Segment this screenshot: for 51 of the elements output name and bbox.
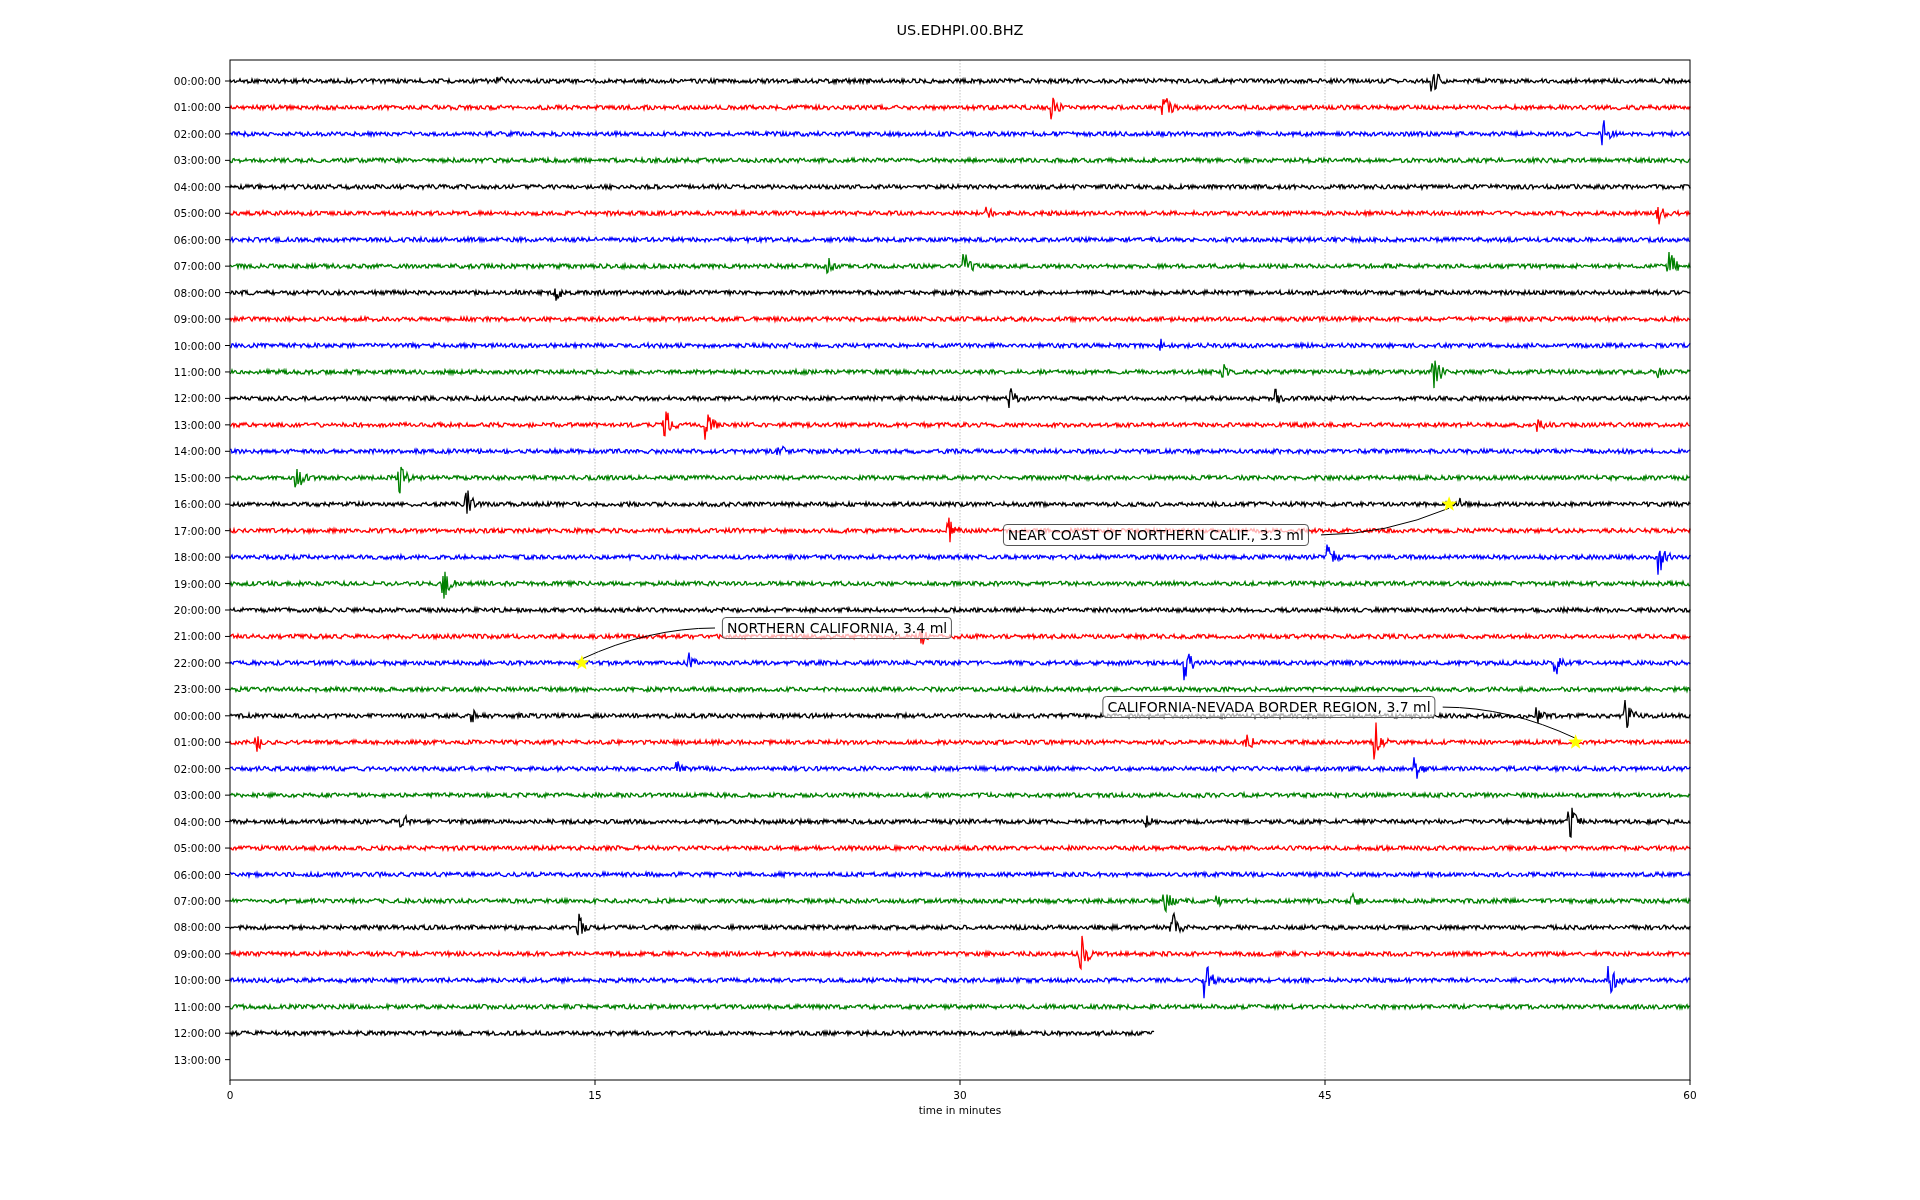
event-label: NORTHERN CALIFORNIA, 3.4 ml (722, 617, 953, 639)
y-tick-label: 02:00:00 (173, 762, 221, 775)
y-tick-label: 14:00:00 (173, 445, 221, 458)
y-tick-label: 09:00:00 (173, 947, 221, 960)
y-tick-label: 16:00:00 (173, 498, 221, 511)
y-tick-label: 12:00:00 (173, 392, 221, 405)
y-tick-label: 22:00:00 (173, 656, 221, 669)
y-tick-label: 04:00:00 (173, 180, 221, 193)
y-tick-label: 02:00:00 (173, 127, 221, 140)
y-tick-label: 00:00:00 (173, 709, 221, 722)
y-tick-label: 08:00:00 (173, 286, 221, 299)
y-tick-label: 23:00:00 (173, 683, 221, 696)
y-tick-label: 11:00:00 (173, 1000, 221, 1013)
y-tick-label: 13:00:00 (173, 418, 221, 431)
x-tick-label: 30 (953, 1089, 967, 1101)
y-tick-label: 00:00:00 (173, 75, 221, 87)
y-tick-label: 10:00:00 (173, 339, 221, 352)
y-tick-label: 15:00:00 (173, 471, 221, 484)
y-tick-label: 20:00:00 (173, 604, 221, 616)
y-tick-label: 05:00:00 (173, 207, 221, 220)
y-tick-label: 19:00:00 (173, 577, 221, 590)
y-tick-label: 06:00:00 (173, 868, 221, 881)
y-tick-label: 05:00:00 (173, 842, 221, 855)
x-axis-label: time in minutes (918, 1104, 1002, 1116)
y-tick-label: 17:00:00 (173, 524, 221, 537)
x-tick-label: 45 (1318, 1089, 1332, 1101)
y-tick-label: 04:00:00 (173, 815, 221, 828)
star-marker (1441, 496, 1457, 511)
y-tick-label: 08:00:00 (173, 921, 221, 934)
y-tick-label: 13:00:00 (173, 1053, 221, 1066)
y-tick-label: 12:00:00 (173, 1027, 221, 1040)
y-tick-label: 03:00:00 (173, 789, 221, 802)
y-tick-label: 09:00:00 (173, 313, 221, 326)
event-label: NEAR COAST OF NORTHERN CALIF., 3.3 ml (1002, 523, 1309, 546)
star-marker (574, 654, 590, 670)
y-tick-label: 01:00:00 (173, 101, 221, 114)
plot-title: US.EDHPI.00.BHZ (896, 22, 1024, 38)
y-tick-label: 10:00:00 (173, 974, 221, 987)
y-tick-label: 18:00:00 (173, 551, 221, 564)
event-label: CALIFORNIA-NEVADA BORDER REGION, 3.7 ml (1102, 696, 1436, 719)
x-tick-label: 0 (226, 1089, 234, 1101)
y-tick-label: 06:00:00 (173, 233, 221, 246)
y-tick-label: 01:00:00 (173, 736, 221, 749)
x-tick-label: 15 (588, 1089, 602, 1101)
y-tick-label: 07:00:00 (173, 894, 221, 907)
y-tick-label: 21:00:00 (173, 630, 221, 643)
y-tick-label: 07:00:00 (173, 260, 221, 273)
x-tick-label: 60 (1683, 1089, 1697, 1101)
y-tick-label: 03:00:00 (173, 154, 221, 167)
y-tick-label: 11:00:00 (173, 365, 221, 378)
star-marker (1568, 734, 1584, 749)
